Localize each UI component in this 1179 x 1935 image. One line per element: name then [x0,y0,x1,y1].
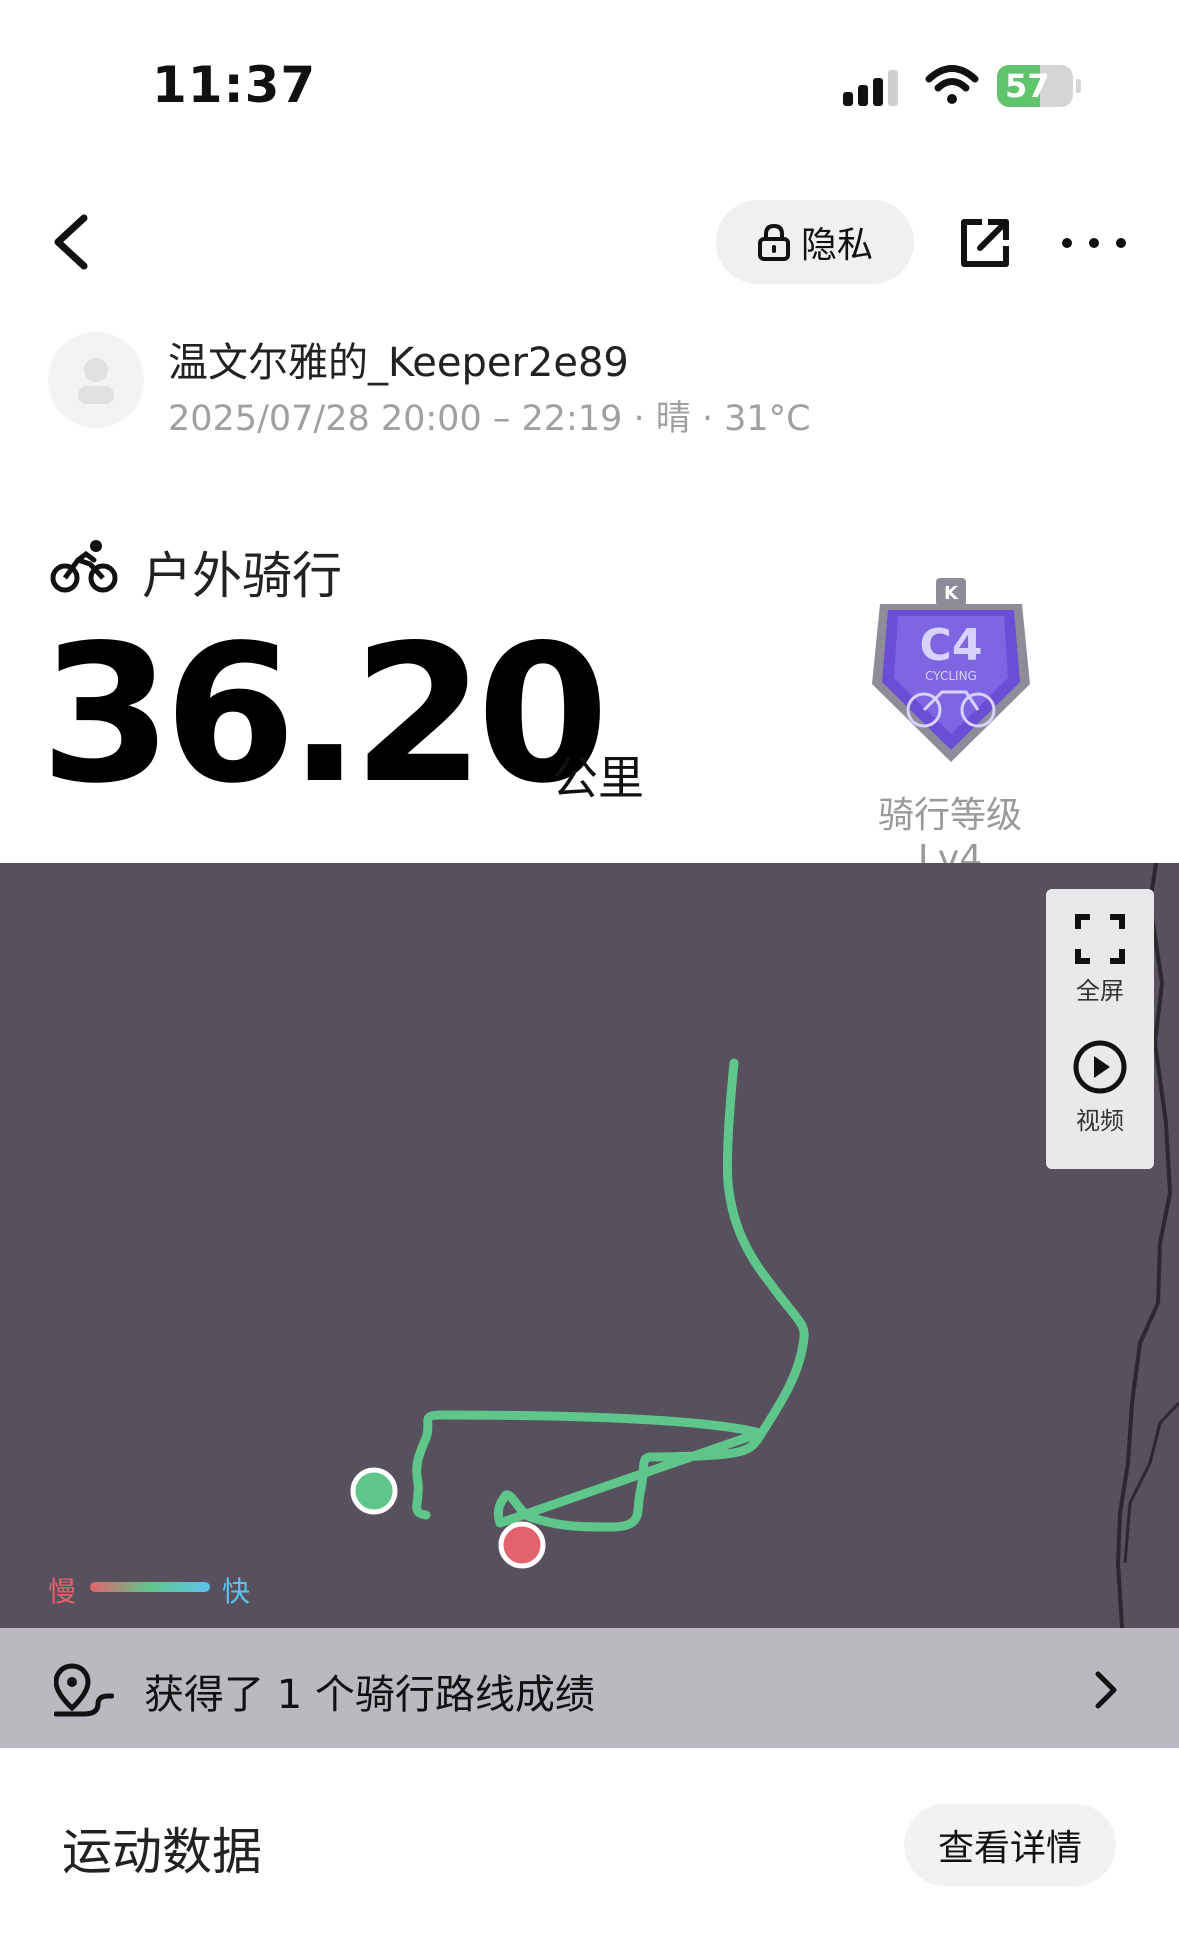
section-title: 运动数据 [62,1823,262,1881]
back-button[interactable] [46,210,96,274]
end-marker [498,1521,546,1569]
route-line [412,1058,809,1532]
start-marker [350,1467,398,1515]
cycling-level-badge[interactable]: K C4 CYCLING [866,574,1036,766]
map-controls: 全屏 视频 [1046,889,1154,1169]
fullscreen-button[interactable]: 全屏 [1046,913,1154,1006]
video-button[interactable]: 视频 [1046,1039,1154,1136]
achievement-text: 获得了 1 个骑行路线成绩 [144,1672,595,1718]
speed-legend-gradient [90,1582,210,1592]
avatar[interactable] [48,332,144,428]
svg-text:K: K [944,583,959,604]
battery-indicator: 57 [997,65,1081,109]
distance-value: 36.20 [40,604,609,825]
more-options-button[interactable] [1062,228,1126,258]
speed-legend-fast: 快 [222,1575,251,1608]
dot-icon [1062,238,1072,248]
distance-unit: 公里 [552,751,644,805]
badge-code: C4 [920,620,983,671]
activity-type: 户外骑行 [142,547,342,605]
battery-percent: 57 [1005,67,1050,105]
privacy-button[interactable]: 隐私 [716,200,914,284]
dot-icon [1116,238,1126,248]
lock-icon [757,223,790,261]
privacy-label: 隐私 [800,225,873,266]
cellular-signal-icon [843,70,898,106]
fullscreen-icon [1075,914,1125,964]
share-icon[interactable] [958,216,1012,270]
user-placeholder-icon [78,358,114,404]
route-map[interactable] [0,863,1179,1628]
fullscreen-label: 全屏 [1076,977,1124,1005]
badge-sub: CYCLING [925,669,977,683]
cycling-icon [50,540,118,593]
view-details-button[interactable]: 查看详情 [904,1804,1116,1886]
route-pin-icon [54,1663,114,1717]
activity-meta: 2025/07/28 20:00 – 22:19 · 晴 · 31°C [168,399,811,439]
video-label: 视频 [1076,1107,1124,1135]
status-time: 11:37 [152,56,317,114]
road-line [1123,1401,1179,1564]
dot-icon [1089,238,1099,248]
route-map-canvas [350,863,1179,1628]
username[interactable]: 温文尔雅的_Keeper2e89 [168,330,629,388]
chevron-right-icon[interactable] [1094,1670,1118,1710]
wifi-icon [925,65,979,104]
play-icon [1073,1040,1127,1094]
speed-legend-slow: 慢 [48,1575,77,1608]
